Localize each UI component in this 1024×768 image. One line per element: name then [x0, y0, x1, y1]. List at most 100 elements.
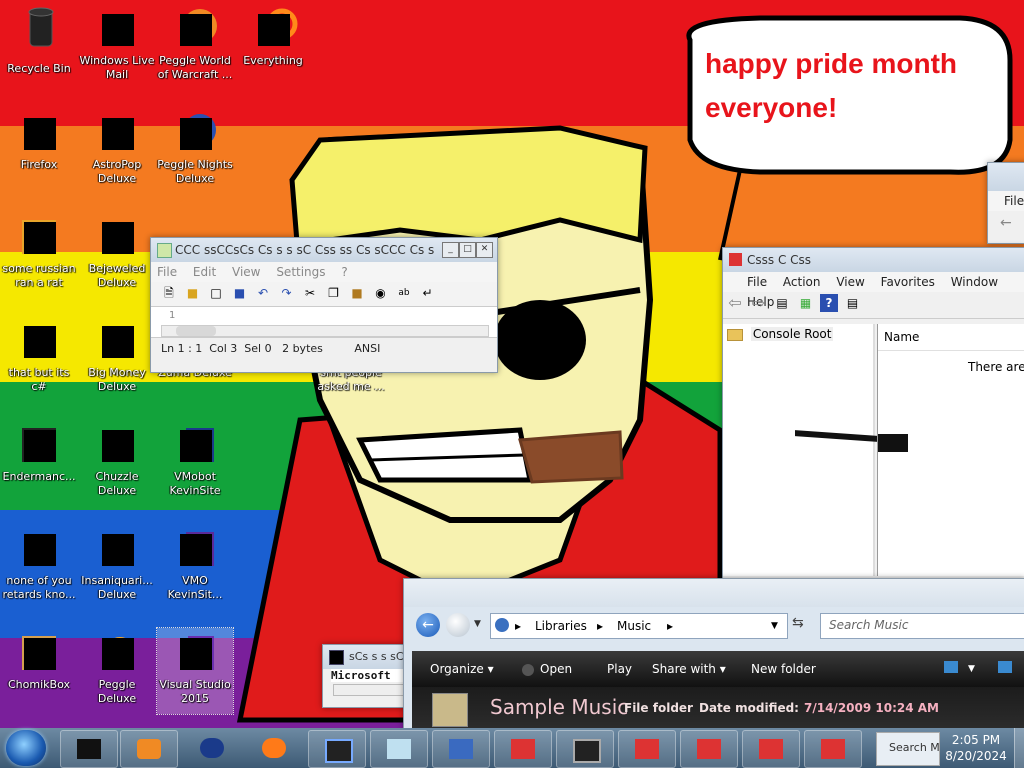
wrap-icon[interactable]: ↵	[419, 284, 437, 302]
back-arrow-icon[interactable]: ←	[1000, 215, 1024, 231]
taskbar-button-media-player[interactable]	[120, 730, 178, 768]
search-box[interactable]: Search Music	[820, 613, 1024, 639]
search-input[interactable]: Search Music	[829, 618, 908, 632]
taskbar-button-globe[interactable]	[184, 730, 240, 766]
forward-arrow-icon[interactable]: ⇨	[750, 294, 768, 312]
menu-file[interactable]: File	[741, 275, 773, 289]
refresh-icon[interactable]: ⇆	[792, 615, 804, 631]
taskbar-button-toolbox-1[interactable]	[494, 730, 552, 768]
explorer-window[interactable]: ← ▼ ▸ Libraries ▸ Music ▸ ▼ ⇆ Search Mus…	[403, 578, 1024, 729]
undo-icon[interactable]: ↶	[254, 284, 272, 302]
desktop-icon-chuzzle[interactable]: Chuzzle Deluxe	[79, 420, 155, 498]
menu-edit[interactable]: Edit	[187, 265, 222, 279]
notepad-titlebar[interactable]: CCC ssCCsCs Cs s s sC Css ss Cs sCCC Cs …	[151, 238, 497, 262]
show-tree-icon[interactable]: ▤	[773, 294, 791, 312]
desktop-icon-astropop[interactable]: AstroPop Deluxe	[79, 108, 155, 186]
taskbar-button-toolbox-4[interactable]	[742, 730, 800, 768]
desktop-icon-that-but-its-csharp[interactable]: that but its c#	[1, 316, 77, 394]
taskbar-button-toolbox-2[interactable]	[618, 730, 676, 768]
paste-icon[interactable]: ■	[348, 284, 366, 302]
desktop-icon-everything[interactable]: Everything	[235, 4, 311, 68]
maximize-button[interactable]: □	[459, 242, 476, 258]
menu-settings[interactable]: Settings	[270, 265, 331, 279]
desktop-icon-big-money[interactable]: Big Money Deluxe	[79, 316, 155, 394]
redo-icon[interactable]: ↷	[278, 284, 296, 302]
taskbar-button-terminal[interactable]	[60, 730, 118, 768]
open-button[interactable]: Open	[522, 651, 572, 687]
menu-window[interactable]: Window	[945, 275, 1004, 289]
notepad-window[interactable]: CCC ssCCsCs Cs s s sC Css ss Cs sCCC Cs …	[150, 237, 498, 373]
mmc-window[interactable]: Csss C Css File Action View Favorites Wi…	[722, 247, 1024, 579]
breadcrumb-music[interactable]: Music	[617, 614, 651, 638]
mmc-titlebar[interactable]: Csss C Css	[723, 248, 1024, 272]
desktop-icon-peggle-nights[interactable]: Peggle Nights Deluxe	[157, 108, 233, 186]
menu-favorites[interactable]: Favorites	[875, 275, 941, 289]
cut-icon[interactable]: ✂	[301, 284, 319, 302]
properties-icon[interactable]: ▤	[844, 294, 862, 312]
breadcrumb-libraries[interactable]: Libraries	[535, 614, 587, 638]
taskbar-button-toolbox-3[interactable]	[680, 730, 738, 768]
desktop-icon-vmo[interactable]: VMO KevinSit...	[157, 524, 233, 602]
menu-file[interactable]: File	[988, 194, 1024, 208]
desktop-icon-firefox[interactable]: Firefox	[1, 108, 77, 172]
recent-dropdown-icon[interactable]: ▼	[474, 619, 481, 629]
desktop-icon-endermanc[interactable]: Endermanc...	[1, 420, 77, 484]
find-icon[interactable]: □	[207, 284, 225, 302]
desktop-icon-bejeweled[interactable]: Bejeweled Deluxe	[79, 212, 155, 290]
save-icon[interactable]: ■	[231, 284, 249, 302]
console-titlebar[interactable]: sCs s s sC	[323, 645, 413, 669]
desktop-icon-vmobot[interactable]: VMobot KevinSite	[157, 420, 233, 498]
open-folder-icon[interactable]: ■	[184, 284, 202, 302]
notepad-editor[interactable]: 1	[151, 307, 497, 337]
small-background-window[interactable]: File ←	[987, 162, 1024, 244]
menu-view[interactable]: View	[830, 275, 870, 289]
organize-button[interactable]: Organize ▾	[430, 651, 494, 687]
share-with-button[interactable]: Share with ▾	[652, 651, 726, 687]
menu-view[interactable]: View	[226, 265, 266, 279]
desktop-icon-windows-live-mail[interactable]: Windows Live Mail	[79, 4, 155, 82]
taskbar-button-display[interactable]	[556, 730, 614, 768]
system-clock[interactable]: 2:05 PM 8/20/2024	[944, 732, 1008, 764]
new-folder-button[interactable]: New folder	[751, 651, 816, 687]
console-window[interactable]: sCs s s sC Microsoft	[322, 644, 413, 708]
play-button[interactable]: Play	[607, 651, 632, 687]
desktop-icon-visual-studio[interactable]: Visual Studio 2015	[156, 627, 234, 715]
desktop-icon-recycle-bin[interactable]: Recycle Bin	[1, 4, 77, 76]
minimize-button[interactable]: _	[442, 242, 459, 258]
show-desktop-button[interactable]	[1014, 728, 1024, 768]
address-dropdown-icon[interactable]: ▼	[771, 614, 778, 638]
desktop-icon-peggle-wow[interactable]: Peggle World of Warcraft ...	[157, 4, 233, 82]
taskbar-button-toolbox-5[interactable]	[804, 730, 862, 768]
back-arrow-icon[interactable]: ⇦	[726, 294, 744, 312]
close-button[interactable]: ✕	[476, 242, 493, 258]
console-scrollbar[interactable]	[333, 684, 413, 696]
preview-pane-icon[interactable]	[998, 661, 1012, 673]
help-icon[interactable]: ?	[820, 294, 838, 312]
column-header-name[interactable]: Name	[878, 324, 1024, 351]
copy-icon[interactable]: ❐	[325, 284, 343, 302]
tree-item-console-root[interactable]: Console Root	[723, 324, 873, 344]
view-dropdown-icon[interactable]: ▼	[968, 651, 975, 687]
taskbar-button-firefox[interactable]	[246, 730, 302, 766]
menu-action[interactable]: Action	[777, 275, 827, 289]
binoculars-icon[interactable]: ◉	[372, 284, 390, 302]
taskbar-search-thumb[interactable]: Search M	[876, 732, 940, 766]
desktop-icon-some-russian[interactable]: some russian ran a rat	[1, 212, 77, 290]
address-bar[interactable]: ▸ Libraries ▸ Music ▸ ▼	[490, 613, 788, 639]
explorer-titlebar[interactable]	[404, 579, 1024, 607]
back-button[interactable]: ←	[416, 613, 440, 637]
taskbar-button-window[interactable]	[308, 730, 366, 768]
taskbar-button-notepad[interactable]	[370, 730, 428, 768]
export-list-icon[interactable]: ▦	[797, 294, 815, 312]
menu-file[interactable]: File	[151, 265, 183, 279]
forward-button[interactable]	[446, 613, 470, 637]
replace-icon[interactable]: ab	[395, 284, 413, 302]
horizontal-scrollbar[interactable]	[161, 325, 489, 337]
desktop-icon-none-of-you[interactable]: none of you retards kno...	[1, 524, 77, 602]
start-button[interactable]	[6, 730, 46, 766]
menu-help[interactable]: ?	[335, 265, 353, 279]
view-options-icon[interactable]	[944, 661, 958, 673]
taskbar-button-network[interactable]	[432, 730, 490, 768]
desktop-icon-insaniquarium[interactable]: Insaniquari... Deluxe	[79, 524, 155, 602]
desktop-icon-peggle-deluxe[interactable]: Peggle Deluxe	[79, 628, 155, 706]
